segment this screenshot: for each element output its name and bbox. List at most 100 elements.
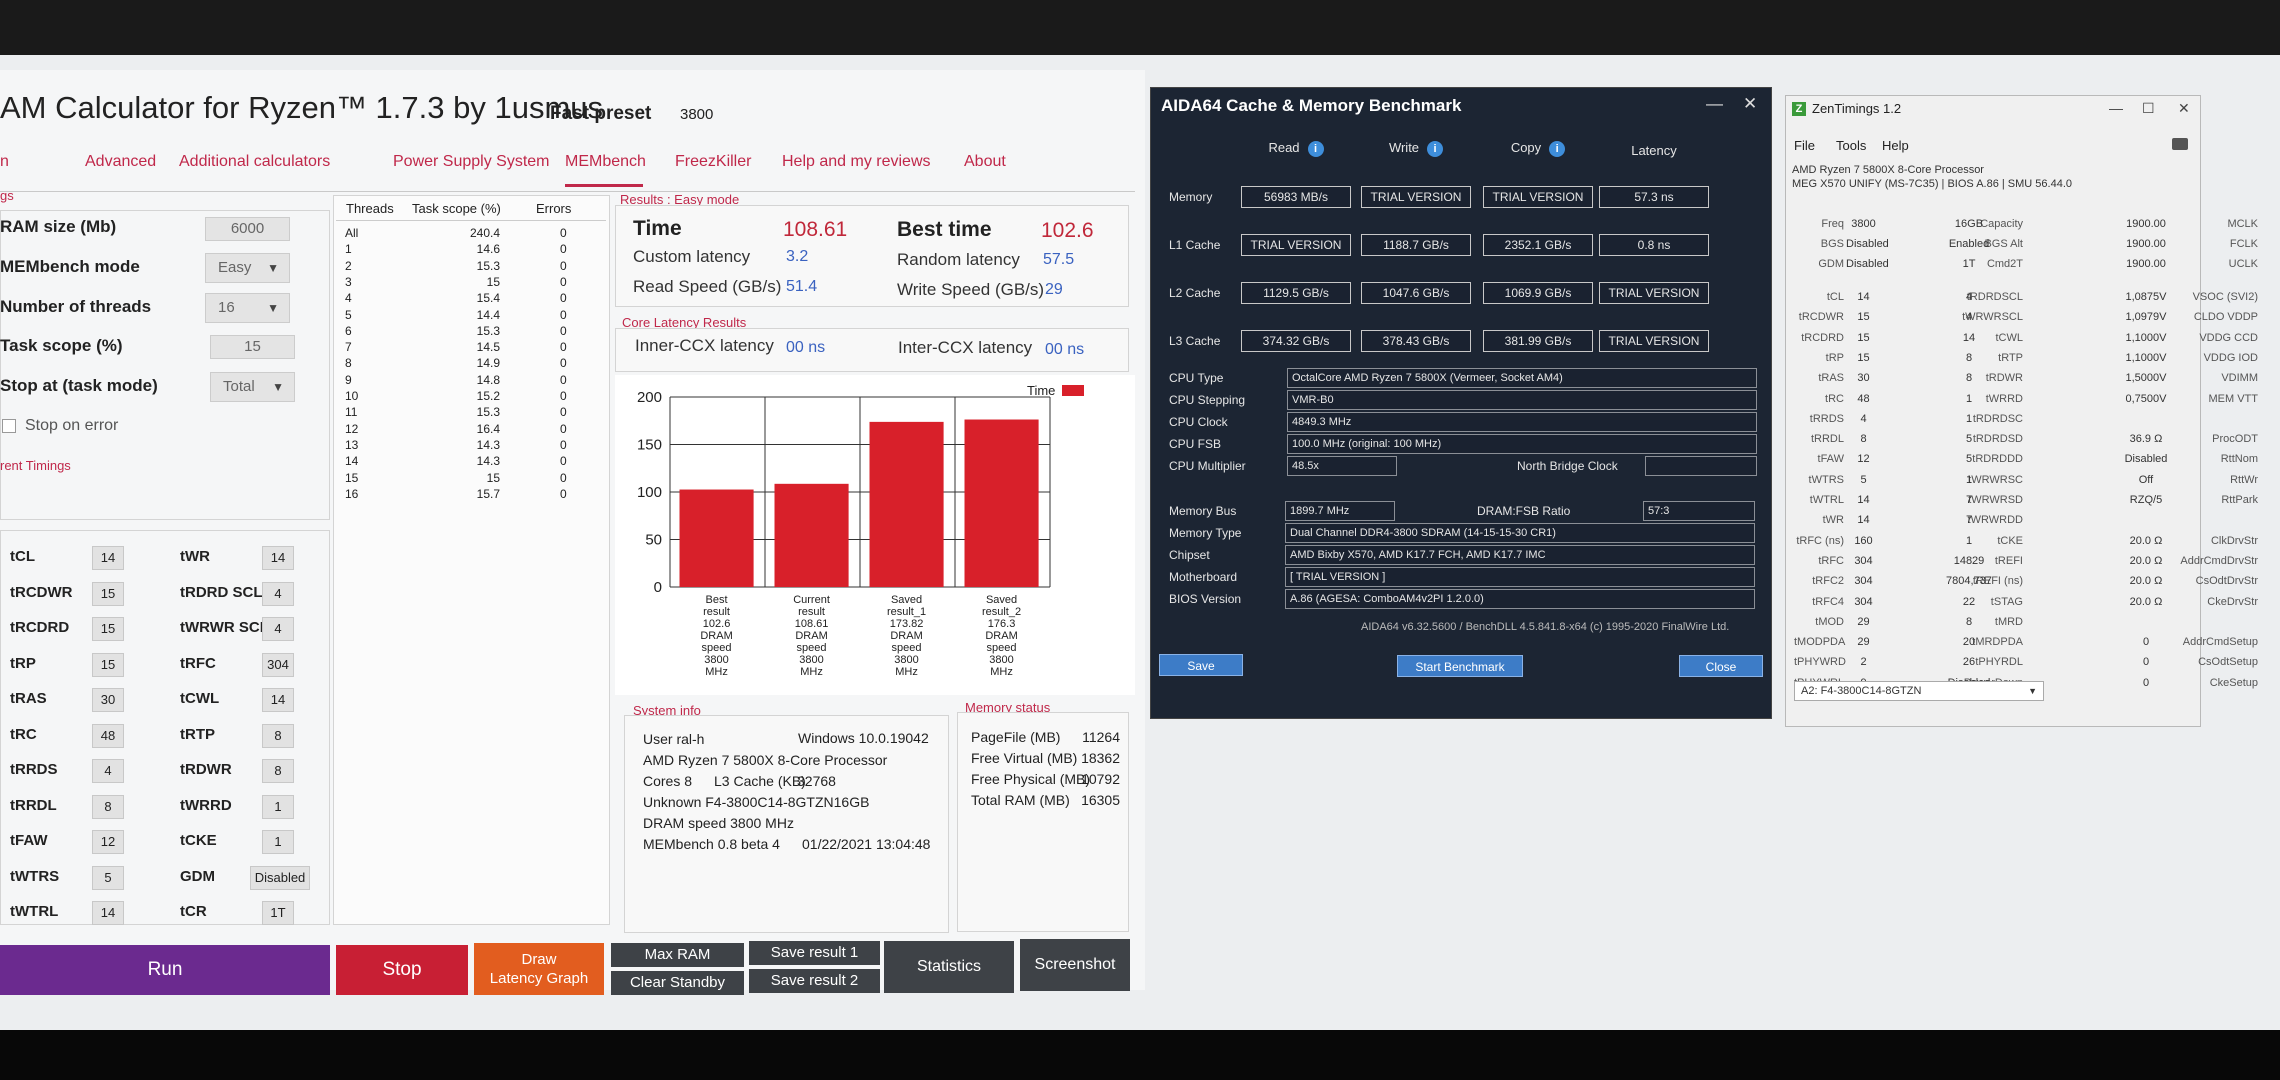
thread-id: 15 [345, 470, 359, 485]
timing-value[interactable]: 14 [262, 688, 294, 712]
thread-errors: 0 [560, 389, 567, 403]
motherboard-field: [ TRIAL VERSION ] [1285, 567, 1755, 587]
profile-select[interactable]: A2: F4-3800C14-8GTZN ▼ [1794, 681, 2044, 701]
camera-icon[interactable] [2172, 138, 2188, 150]
random-latency-value: 57.5 [1043, 251, 1075, 268]
tab-power-supply[interactable]: Power Supply System [393, 153, 550, 187]
menu-file[interactable]: File [1794, 138, 1815, 153]
timing-value[interactable]: 4 [92, 759, 124, 783]
col-read: Read i [1241, 140, 1351, 157]
clear-standby-button[interactable]: Clear Standby [611, 971, 744, 995]
x-tick-label: 3800 [704, 654, 728, 666]
info-icon[interactable]: i [1549, 141, 1566, 157]
x-tick-label: Current [793, 594, 830, 606]
read-speed-label: Read Speed (GB/s) [633, 277, 782, 296]
timing-value[interactable]: 14 [92, 901, 124, 925]
save-button[interactable]: Save [1159, 654, 1243, 676]
screenshot-button[interactable]: Screenshot [1020, 939, 1130, 991]
timing-label: tWRRD [180, 796, 232, 814]
close-button[interactable]: Close [1679, 655, 1763, 677]
timing-value[interactable]: 14 [92, 546, 124, 570]
thread-id: 7 [345, 340, 352, 355]
memstatus-label: PageFile (MB) [971, 729, 1061, 745]
zen-value: 8 [1965, 351, 1973, 364]
thread-errors: 0 [560, 340, 567, 355]
membench-mode-select[interactable]: Easy ▼ [205, 253, 290, 283]
timing-value[interactable]: 30 [92, 688, 124, 712]
timing-value[interactable]: 304 [262, 652, 294, 677]
timing-value[interactable]: 15 [92, 652, 124, 677]
x-tick-label: speed [702, 642, 732, 654]
zen-key: BGS [1820, 238, 1844, 250]
maximize-icon[interactable]: ☐ [2142, 100, 2155, 117]
timing-value[interactable]: 8 [92, 794, 124, 819]
thread-scope: 15 [486, 274, 500, 289]
membench-mode-label: MEMbench mode [0, 257, 140, 276]
thread-errors: 0 [560, 486, 567, 501]
zen-value: 14 [1962, 331, 1976, 344]
timing-value[interactable]: 8 [262, 759, 294, 783]
timing-value[interactable]: 14 [262, 546, 294, 570]
y-tick-label: 0 [654, 579, 662, 596]
save-result-2-button[interactable]: Save result 2 [749, 969, 880, 993]
timing-label: tRCDWR [10, 583, 73, 601]
draw-latency-graph-button[interactable]: Draw Latency Graph [474, 943, 604, 995]
stop-button[interactable]: Stop [336, 945, 468, 995]
menu-tools[interactable]: Tools [1836, 138, 1866, 153]
col-write-label: Write [1388, 140, 1420, 155]
start-benchmark-button[interactable]: Start Benchmark [1397, 655, 1523, 677]
zen-key: tWTRL [1809, 494, 1844, 506]
task-scope-input[interactable]: 15 [210, 335, 295, 359]
thread-scope: 15.2 [476, 389, 500, 403]
thread-scope: 14.8 [476, 372, 500, 387]
tab-additional-calculators[interactable]: Additional calculators [179, 153, 330, 187]
ram-size-input[interactable]: 6000 [205, 217, 290, 241]
close-icon[interactable]: ✕ [1743, 94, 1757, 114]
info-icon[interactable]: i [1427, 141, 1444, 157]
timing-value[interactable]: 5 [92, 865, 124, 890]
tab-help[interactable]: Help and my reviews [782, 153, 931, 187]
info-icon[interactable]: i [1307, 141, 1324, 157]
timing-value[interactable]: 15 [92, 617, 124, 641]
timing-value[interactable]: 12 [92, 830, 124, 854]
timing-value[interactable]: 48 [92, 723, 124, 748]
bios-field: A.86 (AGESA: ComboAM4v2PI 1.2.0.0) [1285, 589, 1755, 609]
settings-section-title: gs [0, 188, 14, 203]
bar [679, 489, 754, 587]
col-latency: Latency [1631, 143, 1677, 158]
thread-scope: 15 [486, 470, 500, 485]
tab-advanced[interactable]: Advanced [85, 153, 156, 187]
thread-errors: 0 [560, 274, 567, 289]
tab-about[interactable]: About [964, 153, 1006, 187]
bench-row-label: L2 Cache [1169, 286, 1221, 300]
stop-on-error-label: Stop on error [25, 417, 119, 434]
run-button[interactable]: Run [0, 945, 330, 995]
timing-value[interactable]: Disabled [250, 865, 310, 890]
threads-select[interactable]: 16 ▼ [205, 293, 290, 323]
minimize-icon[interactable]: — [2109, 100, 2123, 116]
thread-id: 13 [345, 437, 359, 452]
tab-main[interactable]: n [0, 153, 9, 187]
custom-latency-label: Custom latency [633, 247, 751, 266]
minimize-icon[interactable]: — [1706, 94, 1723, 114]
timing-value[interactable]: 4 [262, 581, 294, 606]
timing-value[interactable]: 1 [262, 830, 294, 854]
zen-value: 4 [1965, 291, 1973, 303]
tab-freezkiller[interactable]: FreezKiller [675, 153, 751, 187]
menu-help[interactable]: Help [1882, 138, 1909, 153]
thread-id: 11 [345, 405, 358, 420]
timing-value[interactable]: 8 [262, 723, 294, 748]
max-ram-button[interactable]: Max RAM [611, 943, 744, 967]
timing-value[interactable]: 4 [262, 617, 294, 641]
timing-value[interactable]: 1T [262, 901, 294, 925]
save-result-1-button[interactable]: Save result 1 [749, 941, 880, 965]
close-icon[interactable]: ✕ [2178, 100, 2190, 117]
timing-value[interactable]: 15 [92, 581, 124, 606]
statistics-button[interactable]: Statistics [884, 941, 1014, 993]
thread-errors: 0 [560, 291, 567, 306]
stop-on-error-checkbox[interactable] [2, 419, 16, 433]
zen-value: 4 [1965, 311, 1973, 324]
timing-value[interactable]: 1 [262, 794, 294, 819]
tab-membench[interactable]: MEMbench [565, 153, 646, 187]
stop-at-select[interactable]: Total ▼ [210, 372, 295, 402]
